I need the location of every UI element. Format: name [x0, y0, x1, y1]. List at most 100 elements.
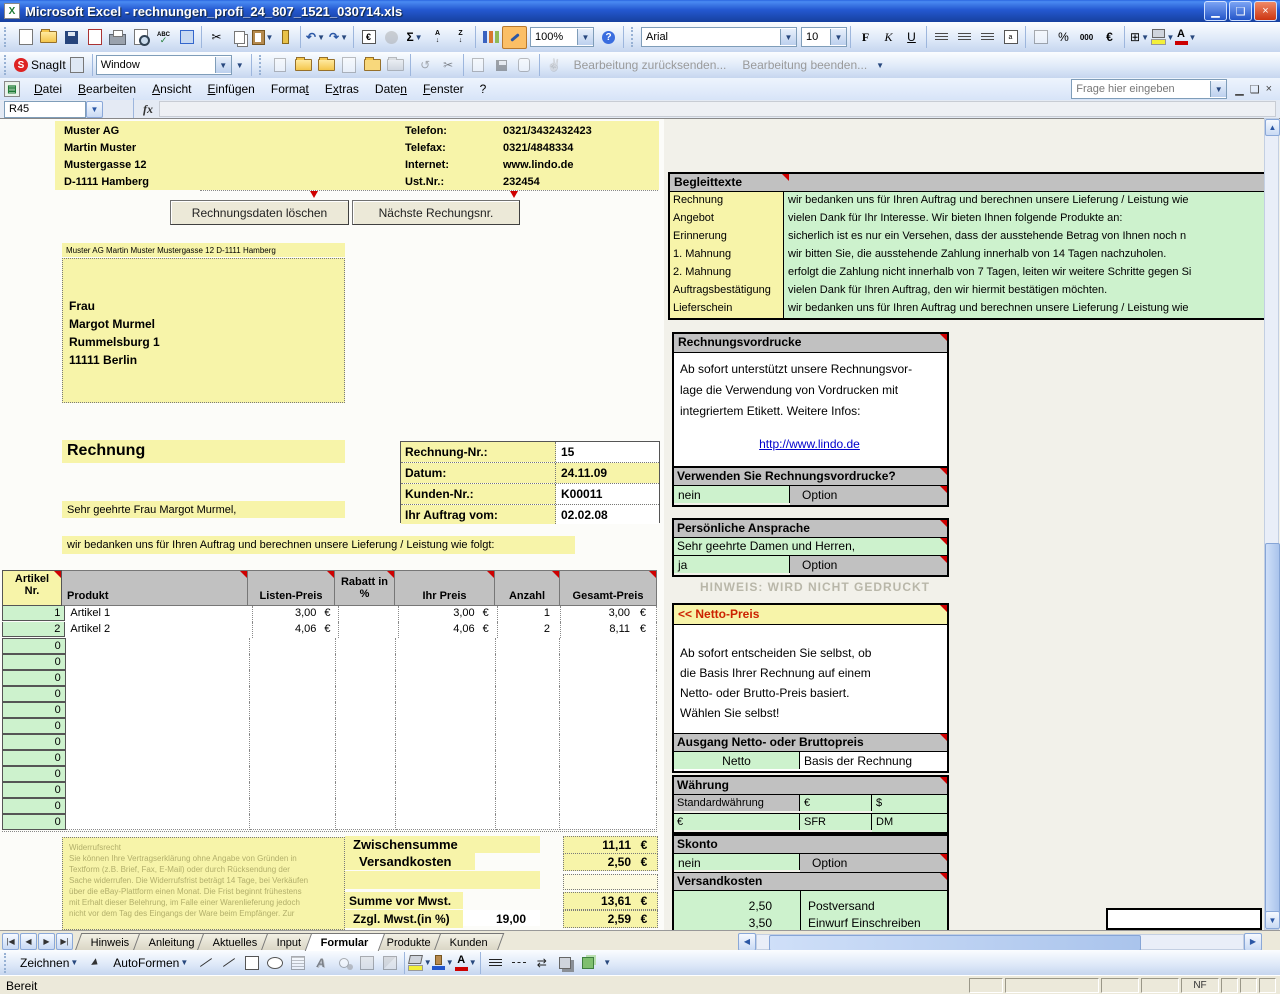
- hscroll-right-icon[interactable]: ▶: [1244, 933, 1262, 951]
- tab-next-icon[interactable]: ▶: [38, 933, 55, 950]
- toolbar-drag-handle[interactable]: [4, 27, 10, 47]
- snagit-capture-icon[interactable]: [66, 55, 89, 76]
- draw-font-color-icon[interactable]: A▼: [454, 952, 477, 973]
- listen-preis-cell[interactable]: [250, 814, 337, 830]
- textbox-icon[interactable]: [286, 952, 309, 973]
- currency-style-icon[interactable]: [1029, 27, 1052, 48]
- produkt-cell[interactable]: [66, 638, 250, 654]
- copy-icon[interactable]: [228, 27, 251, 48]
- sort-descending-icon[interactable]: Z↓: [449, 27, 472, 48]
- lindo-link[interactable]: http://www.lindo.de: [759, 437, 860, 451]
- gesamt-preis-cell[interactable]: [560, 814, 657, 830]
- produkt-cell[interactable]: [66, 734, 250, 750]
- align-right-icon[interactable]: [976, 27, 999, 48]
- dash-style-icon[interactable]: [507, 952, 530, 973]
- net-sum-value[interactable]: 13,61€: [563, 892, 658, 910]
- listen-preis-cell[interactable]: [250, 702, 337, 718]
- subtotal-value[interactable]: 11,11€: [563, 836, 658, 854]
- draw-line-color-icon[interactable]: ▼: [431, 952, 454, 973]
- hscroll-left-icon[interactable]: ◀: [738, 933, 756, 951]
- order-date-cell[interactable]: 02.02.08: [556, 505, 659, 524]
- listen-preis-cell[interactable]: [250, 654, 337, 670]
- horizontal-scroll-thumb[interactable]: [769, 935, 1141, 951]
- listen-preis-cell[interactable]: [250, 686, 337, 702]
- gesamt-preis-cell[interactable]: 8,11€: [561, 622, 657, 638]
- produkt-cell[interactable]: [66, 750, 250, 766]
- begleittexte-text[interactable]: erfolgt die Zahlung nicht innerhalb von …: [784, 264, 1264, 282]
- artikel-nr-cell[interactable]: 1: [2, 606, 65, 621]
- menu-datei[interactable]: Datei: [26, 79, 70, 99]
- oval-shape-icon[interactable]: [263, 952, 286, 973]
- produkt-cell[interactable]: [66, 670, 250, 686]
- gesamt-preis-cell[interactable]: [560, 750, 657, 766]
- review-check-icon[interactable]: [467, 55, 490, 76]
- gesamt-preis-cell[interactable]: [560, 638, 657, 654]
- autosum-icon[interactable]: Σ▼: [403, 27, 426, 48]
- review-delete-icon[interactable]: [384, 55, 407, 76]
- sheet-minimize-icon[interactable]: ▁: [1235, 83, 1243, 96]
- recipient-address-box[interactable]: Frau Margot Murmel Rummelsburg 1 11111 B…: [62, 258, 345, 403]
- skonto-value-cell[interactable]: nein: [674, 854, 800, 870]
- thousands-style-icon[interactable]: 000: [1075, 27, 1098, 48]
- scroll-up-icon[interactable]: ▲: [1265, 119, 1280, 136]
- review-folder-in-icon[interactable]: [315, 55, 338, 76]
- gesamt-preis-cell[interactable]: [560, 702, 657, 718]
- snagit-mode-combo[interactable]: Window▼: [96, 55, 232, 75]
- artikel-nr-cell[interactable]: 0: [2, 718, 66, 734]
- arrow-style-icon[interactable]: ⇄: [530, 952, 553, 973]
- ihr-preis-cell[interactable]: [396, 718, 496, 734]
- ansprache-text-cell[interactable]: Sehr geehrte Damen und Herren,: [674, 537, 947, 555]
- print-preview-icon[interactable]: [129, 27, 152, 48]
- artikel-nr-cell[interactable]: 0: [2, 670, 66, 686]
- shadow-style-icon[interactable]: [553, 952, 576, 973]
- review-page-icon[interactable]: [338, 55, 361, 76]
- menu-fenster[interactable]: Fenster: [415, 79, 472, 99]
- begleittexte-text[interactable]: wir bedanken uns für Ihren Auftrag und b…: [784, 300, 1264, 318]
- align-center-icon[interactable]: [953, 27, 976, 48]
- waehrung-usd-cell[interactable]: $: [872, 795, 947, 813]
- name-box[interactable]: R45: [4, 101, 86, 118]
- gesamt-preis-cell[interactable]: [560, 734, 657, 750]
- anzahl-cell[interactable]: [496, 686, 561, 702]
- drawing-toggle-icon[interactable]: [502, 26, 527, 49]
- listen-preis-cell[interactable]: [250, 670, 337, 686]
- print-icon[interactable]: [106, 27, 129, 48]
- ansprache-option-cell[interactable]: Option: [790, 556, 947, 575]
- wordart-icon[interactable]: A: [309, 952, 332, 973]
- gesamt-preis-cell[interactable]: [560, 766, 657, 782]
- gesamt-preis-cell[interactable]: [560, 782, 657, 798]
- restore-button[interactable]: ❑: [1229, 1, 1252, 21]
- italic-icon[interactable]: K: [877, 27, 900, 48]
- toolbar-options-icon[interactable]: ▼: [236, 61, 244, 70]
- anzahl-cell[interactable]: [496, 750, 561, 766]
- draw-fill-color-icon[interactable]: ▼: [408, 952, 431, 973]
- anzahl-cell[interactable]: [496, 734, 561, 750]
- menu-bearbeiten[interactable]: Bearbeiten: [70, 79, 144, 99]
- review-toolbar-options-icon[interactable]: ▼: [876, 61, 884, 70]
- begleittexte-label[interactable]: Rechnung: [670, 192, 784, 210]
- minimize-button[interactable]: ▁: [1204, 1, 1227, 21]
- format-painter-icon[interactable]: [274, 27, 297, 48]
- sheet-close-icon[interactable]: ×: [1266, 83, 1272, 96]
- produkt-cell[interactable]: [66, 718, 250, 734]
- review-new-comment-icon[interactable]: [269, 55, 292, 76]
- borders-icon[interactable]: ⊞▼: [1128, 27, 1151, 48]
- snagit-button[interactable]: S SnagIt: [14, 58, 66, 72]
- rabatt-cell[interactable]: [336, 686, 396, 702]
- ihr-preis-cell[interactable]: [396, 782, 496, 798]
- anzahl-cell[interactable]: [496, 814, 561, 830]
- produkt-cell[interactable]: [66, 798, 250, 814]
- listen-preis-cell[interactable]: [250, 782, 337, 798]
- vertical-scroll-thumb[interactable]: [1265, 543, 1280, 913]
- anzahl-cell[interactable]: [496, 638, 561, 654]
- artikel-nr-cell[interactable]: 0: [2, 782, 66, 798]
- tab-kunden[interactable]: Kunden: [434, 933, 504, 951]
- menu-extras[interactable]: Extras: [317, 79, 367, 99]
- redo-icon[interactable]: ↷▼: [327, 27, 350, 48]
- menu-format[interactable]: Format: [263, 79, 317, 99]
- review-send-back-button[interactable]: Bearbeitung zurücksenden...: [566, 58, 735, 72]
- open-icon[interactable]: [37, 27, 60, 48]
- font-color-icon[interactable]: A▼: [1174, 27, 1197, 48]
- menu-daten[interactable]: Daten: [367, 79, 415, 99]
- review-save-icon[interactable]: [490, 55, 513, 76]
